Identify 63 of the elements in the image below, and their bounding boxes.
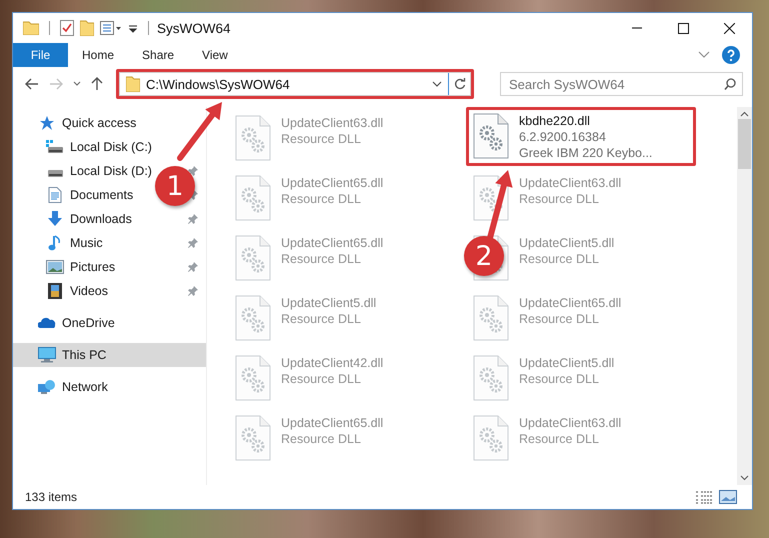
search-field[interactable]: Search SysWOW64: [500, 72, 743, 96]
picture-icon: [45, 260, 65, 274]
recent-locations-button[interactable]: [73, 81, 81, 87]
item-count: 133 items: [25, 490, 78, 504]
large-icons-view-button[interactable]: [716, 490, 740, 504]
file-detail: Resource DLL: [281, 251, 362, 267]
arrow: [177, 102, 222, 161]
pin-icon[interactable]: [188, 214, 198, 224]
window-title: SysWOW64: [157, 20, 232, 36]
nav-item[interactable]: Local Disk (D:): [45, 160, 152, 182]
file-detail: Resource DLL: [519, 191, 600, 207]
computer-icon: [37, 347, 57, 363]
chevron-down-icon[interactable]: [432, 81, 442, 87]
file-detail: Resource DLL: [281, 191, 362, 207]
file-name[interactable]: kbdhe220.dll: [519, 113, 652, 129]
file-detail: Resource DLL: [519, 431, 600, 447]
nav-item[interactable]: This PC: [37, 344, 106, 366]
address-path: C:\Windows\SysWOW64: [146, 76, 291, 92]
scrollbar-thumb[interactable]: [738, 119, 751, 169]
up-button[interactable]: [91, 77, 103, 91]
file-detail: Greek IBM 220 Keybo...: [519, 145, 652, 161]
nav-item[interactable]: Local Disk (C:): [45, 136, 152, 158]
properties-menu-icon[interactable]: [100, 21, 122, 35]
download-arrow-icon: [45, 211, 65, 227]
ribbon-tab[interactable]: Home: [68, 43, 128, 67]
pin-icon[interactable]: [188, 286, 198, 296]
refresh-icon: [454, 78, 466, 90]
ribbon-tab[interactable]: File: [13, 43, 68, 67]
file-detail: Resource DLL: [281, 311, 362, 327]
pin-icon[interactable]: [188, 238, 198, 248]
dropdown-caret-icon[interactable]: [128, 23, 138, 33]
pin-icon[interactable]: [188, 166, 198, 176]
file-detail: Resource DLL: [519, 251, 600, 267]
gear-document-icon: [473, 113, 509, 159]
file-detail: Resource DLL: [281, 131, 362, 147]
nav-item[interactable]: Music: [45, 232, 103, 254]
ribbon-tab[interactable]: Share: [128, 43, 188, 67]
nav-item[interactable]: OneDrive: [37, 312, 115, 334]
checklist-icon[interactable]: [60, 20, 74, 36]
drive-icon: [45, 140, 65, 154]
nav-item[interactable]: Network: [37, 376, 108, 398]
scrollbar[interactable]: [737, 107, 752, 485]
network-icon: [37, 379, 57, 395]
pin-icon[interactable]: [188, 262, 198, 272]
file-detail: 6.2.9200.16384: [519, 129, 607, 145]
file-detail: Resource DLL: [519, 311, 600, 327]
cloud-icon: [37, 317, 57, 329]
nav-item[interactable]: Documents: [45, 184, 134, 206]
film-icon: [45, 283, 65, 299]
maximize-icon: [678, 22, 688, 34]
file-detail: Resource DLL: [281, 371, 362, 387]
help-icon[interactable]: [722, 46, 740, 64]
nav-item[interactable]: Videos: [45, 280, 108, 302]
address-field[interactable]: C:\Windows\SysWOW64: [119, 72, 471, 96]
folder-icon: [126, 76, 140, 92]
file-detail: Resource DLL: [281, 431, 362, 447]
ribbon-tab[interactable]: View: [188, 43, 242, 67]
file-detail: Resource DLL: [519, 371, 600, 387]
nav-item[interactable]: Pictures: [45, 256, 116, 278]
nav-item[interactable]: Quick access: [37, 112, 136, 134]
nav-item[interactable]: Downloads: [45, 208, 132, 230]
close-icon: [724, 22, 734, 34]
back-button[interactable]: [25, 78, 39, 90]
